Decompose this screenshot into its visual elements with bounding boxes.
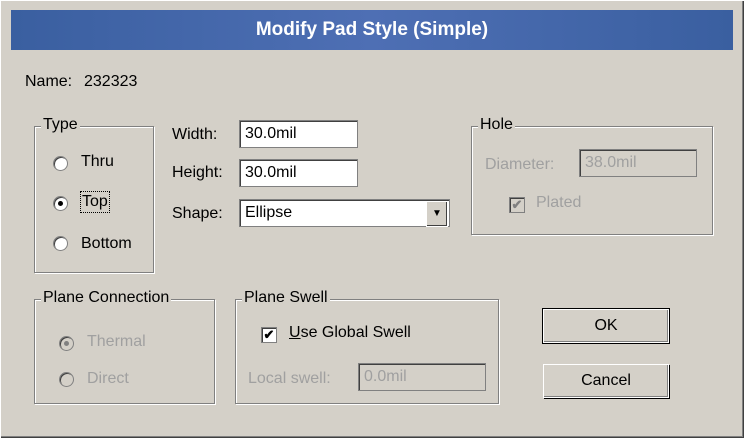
radio-dot-icon	[58, 201, 63, 206]
radio-dot-icon	[64, 341, 69, 346]
type-top-radio[interactable]	[53, 196, 68, 211]
plane-connection-group: Plane Connection	[34, 289, 215, 404]
ok-button[interactable]: OK	[542, 308, 670, 344]
width-input[interactable]: 30.0mil	[239, 120, 358, 148]
shape-value: Ellipse	[245, 204, 293, 221]
width-label: Width:	[172, 126, 218, 143]
type-thru-radio[interactable]	[53, 156, 68, 171]
cancel-button[interactable]: Cancel	[543, 364, 669, 398]
direct-radio[interactable]	[59, 372, 74, 387]
hole-group: Hole	[471, 116, 713, 235]
name-label: Name:	[25, 73, 73, 90]
type-top-label[interactable]: Top	[80, 191, 110, 213]
thermal-label[interactable]: Thermal	[87, 333, 146, 351]
type-group-title: Type	[41, 116, 80, 134]
hole-group-title: Hole	[478, 116, 515, 134]
plane-swell-title: Plane Swell	[242, 289, 330, 307]
name-value: 232323	[84, 73, 138, 90]
direct-label[interactable]: Direct	[87, 370, 129, 388]
local-swell-label: Local swell:	[248, 370, 331, 387]
use-global-swell-label-rest: se Global Swell	[300, 324, 411, 341]
use-global-swell-label[interactable]: Use Global Swell	[289, 324, 411, 342]
dropdown-arrow-icon[interactable]: ▼	[426, 201, 448, 227]
use-global-swell-checkbox[interactable]: ✔	[261, 327, 277, 343]
thermal-radio[interactable]	[59, 336, 74, 351]
shape-label: Shape:	[172, 205, 223, 222]
local-swell-input[interactable]: 0.0mil	[358, 363, 486, 391]
diameter-label: Diameter:	[485, 156, 555, 173]
modify-pad-style-dialog: Modify Pad Style (Simple) Name: 232323 T…	[0, 0, 745, 439]
plane-connection-title: Plane Connection	[41, 289, 172, 307]
mnemonic-u: U	[289, 324, 301, 341]
type-thru-label[interactable]: Thru	[81, 153, 114, 171]
height-input[interactable]: 30.0mil	[239, 159, 358, 187]
plated-checkbox[interactable]: ✔	[509, 197, 525, 213]
type-bottom-label[interactable]: Bottom	[81, 235, 132, 253]
window-title: Modify Pad Style (Simple)	[255, 19, 489, 40]
type-bottom-radio[interactable]	[53, 236, 68, 251]
shape-select[interactable]: Ellipse ▼	[239, 199, 450, 227]
diameter-input[interactable]: 38.0mil	[579, 149, 697, 177]
height-label: Height:	[172, 164, 223, 181]
plated-label[interactable]: Plated	[536, 194, 581, 212]
title-bar[interactable]: Modify Pad Style (Simple)	[11, 10, 733, 50]
